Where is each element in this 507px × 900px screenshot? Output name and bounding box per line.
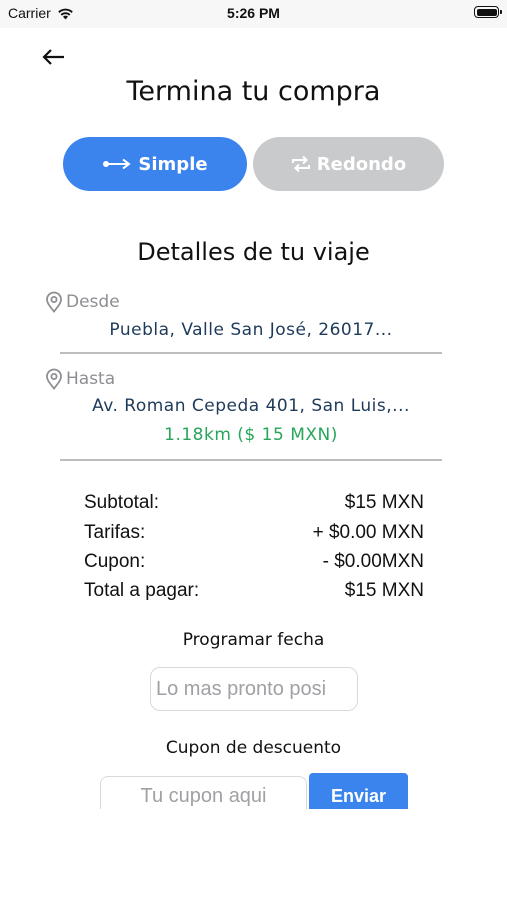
summary-row-total: Total a pagar: $15 MXN: [84, 580, 424, 606]
coupon-placeholder: Tu cupon aqui: [140, 785, 267, 807]
trip-type-round-button[interactable]: Redondo: [253, 137, 444, 191]
summary-label: Subtotal:: [84, 492, 159, 513]
to-label: Hasta: [66, 369, 116, 389]
summary-value: + $0.00 MXN: [312, 522, 424, 543]
scroll-clip: [90, 809, 420, 829]
coupon-title: Cupon de descuento: [165, 738, 342, 758]
schedule-title: Programar fecha: [182, 630, 325, 650]
from-label: Desde: [66, 292, 120, 312]
summary-value: $15 MXN: [344, 580, 424, 601]
summary-value: - $0.00MXN: [322, 551, 424, 572]
summary-value: $15 MXN: [344, 492, 424, 513]
back-arrow-icon: [42, 49, 64, 65]
from-label-group: Desde: [44, 291, 120, 313]
status-time: 5:26 PM: [227, 5, 280, 21]
location-pin-icon: [46, 368, 62, 390]
schedule-date-placeholder: Lo mas pronto posi: [156, 677, 327, 700]
divider: [60, 352, 442, 354]
from-address[interactable]: Puebla, Valle San José, 26017...: [60, 320, 442, 340]
trip-type-round-label: Redondo: [316, 153, 407, 175]
send-coupon-label: Enviar: [330, 786, 387, 806]
status-bar: Carrier 5:26 PM: [0, 0, 507, 28]
to-label-group: Hasta: [44, 368, 115, 390]
send-coupon-button[interactable]: Enviar: [309, 773, 408, 809]
page-title: Termina tu compra: [126, 76, 381, 107]
divider: [60, 459, 442, 461]
summary-label: Tarifas:: [84, 522, 146, 543]
distance-price: 1.18km ($ 15 MXN): [164, 425, 338, 445]
summary-label: Total a pagar:: [84, 580, 200, 601]
to-address[interactable]: Av. Roman Cepeda 401, San Luis,...: [60, 396, 442, 416]
summary-label: Cupon:: [84, 551, 146, 572]
location-pin-icon: [46, 291, 62, 313]
one-way-arrow-icon: [103, 158, 132, 170]
trip-type-simple-label: Simple: [138, 153, 208, 175]
trip-details-title: Detalles de tu viaje: [137, 238, 370, 266]
summary-row-subtotal: Subtotal: $15 MXN: [84, 492, 424, 518]
trip-type-simple-button[interactable]: Simple: [63, 137, 247, 191]
battery-icon: [474, 6, 502, 18]
back-button[interactable]: [40, 44, 70, 70]
schedule-date-input[interactable]: Lo mas pronto posi: [150, 667, 358, 711]
summary-row-fees: Tarifas: + $0.00 MXN: [84, 522, 424, 548]
summary-row-coupon: Cupon: - $0.00MXN: [84, 551, 424, 577]
repeat-icon: [291, 155, 310, 173]
